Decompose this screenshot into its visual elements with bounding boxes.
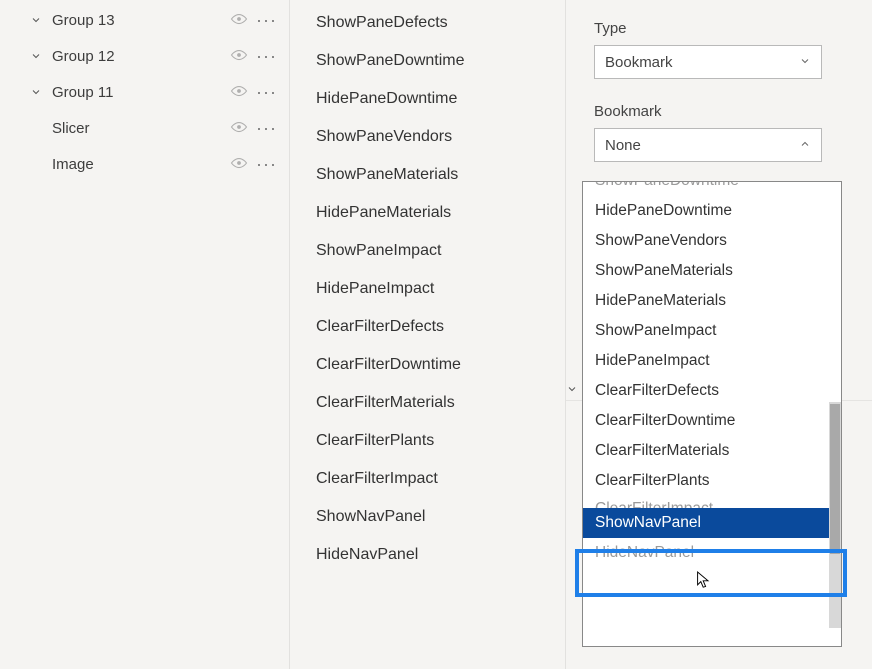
bookmarks-pane: ShowPaneDefects ShowPaneDowntime HidePan… xyxy=(290,0,566,669)
bookmark-item[interactable]: ShowPaneDefects xyxy=(290,4,565,42)
dropdown-item[interactable]: HidePaneImpact xyxy=(583,346,841,376)
tree-item-image[interactable]: Image ··· xyxy=(0,146,289,182)
dropdown-item[interactable]: ShowPaneVendors xyxy=(583,226,841,256)
bookmark-item[interactable]: HidePaneDowntime xyxy=(290,80,565,118)
dropdown-item[interactable]: ClearFilterDefects xyxy=(583,376,841,406)
bookmark-item[interactable]: ShowPaneMaterials xyxy=(290,156,565,194)
bookmark-item[interactable]: ShowNavPanel xyxy=(290,498,565,536)
chevron-down-icon xyxy=(799,54,811,71)
tree-item-group-11[interactable]: Group 11 ··· xyxy=(0,74,289,110)
scrollbar[interactable] xyxy=(829,402,841,628)
dropdown-item[interactable]: ShowPaneImpact xyxy=(583,316,841,346)
chevron-down-icon[interactable] xyxy=(566,382,578,398)
bookmark-label: Bookmark xyxy=(594,103,852,120)
bookmark-item[interactable]: ShowPaneImpact xyxy=(290,232,565,270)
tree-item-slicer[interactable]: Slicer ··· xyxy=(0,110,289,146)
dropdown-item[interactable]: HideNavPanel xyxy=(583,538,841,568)
dropdown-item[interactable]: ShowPaneMaterials xyxy=(583,256,841,286)
bookmark-item[interactable]: ClearFilterPlants xyxy=(290,422,565,460)
tree-item-label: Group 11 xyxy=(52,84,230,101)
bookmark-item[interactable]: ShowPaneVendors xyxy=(290,118,565,156)
chevron-down-icon xyxy=(28,84,44,100)
tree-item-label: Group 12 xyxy=(52,48,230,65)
bookmark-item[interactable]: HidePaneMaterials xyxy=(290,194,565,232)
bookmark-item[interactable]: ClearFilterImpact xyxy=(290,460,565,498)
dropdown-item[interactable]: HidePaneMaterials xyxy=(583,286,841,316)
scrollbar-thumb[interactable] xyxy=(830,404,840,554)
bookmark-item[interactable]: ClearFilterDefects xyxy=(290,308,565,346)
dropdown-item[interactable]: ClearFilterMaterials xyxy=(583,436,841,466)
bookmark-item[interactable]: HideNavPanel xyxy=(290,536,565,574)
visibility-icon[interactable] xyxy=(230,12,248,28)
dropdown-item-selected[interactable]: ShowNavPanel xyxy=(583,508,841,538)
tree-item-group-13[interactable]: Group 13 ··· xyxy=(0,2,289,38)
type-value: Bookmark xyxy=(605,54,673,71)
more-options-icon[interactable]: ··· xyxy=(256,46,277,67)
chevron-down-icon xyxy=(28,12,44,28)
bookmark-item[interactable]: ClearFilterMaterials xyxy=(290,384,565,422)
visibility-icon[interactable] xyxy=(230,120,248,136)
dropdown-item[interactable]: ClearFilterPlants xyxy=(583,466,841,496)
more-options-icon[interactable]: ··· xyxy=(256,154,277,175)
more-options-icon[interactable]: ··· xyxy=(256,118,277,139)
dropdown-item[interactable]: ClearFilterDowntime xyxy=(583,406,841,436)
tree-item-label: Slicer xyxy=(52,120,230,137)
chevron-up-icon xyxy=(799,137,811,154)
bookmark-item[interactable]: ClearFilterDowntime xyxy=(290,346,565,384)
bookmark-dropdown[interactable]: ShowPaneDowntime HidePaneDowntime ShowPa… xyxy=(582,181,842,647)
dropdown-item[interactable]: ShowPaneDowntime xyxy=(583,181,841,196)
bookmark-item[interactable]: HidePaneImpact xyxy=(290,270,565,308)
chevron-down-icon xyxy=(28,48,44,64)
more-options-icon[interactable]: ··· xyxy=(256,82,277,103)
visibility-icon[interactable] xyxy=(230,84,248,100)
dropdown-item[interactable]: ClearFilterImpact xyxy=(583,496,841,508)
bookmark-value: None xyxy=(605,137,641,154)
type-select[interactable]: Bookmark xyxy=(594,45,822,79)
selection-pane: Group 13 ··· Group 12 ··· Group 11 xyxy=(0,0,290,669)
dropdown-item[interactable]: HidePaneDowntime xyxy=(583,196,841,226)
bookmark-select[interactable]: None xyxy=(594,128,822,162)
more-options-icon[interactable]: ··· xyxy=(256,10,277,31)
tree-item-group-12[interactable]: Group 12 ··· xyxy=(0,38,289,74)
action-panel: Type Bookmark Bookmark None ShowPaneDown… xyxy=(566,0,872,669)
tree-item-label: Group 13 xyxy=(52,12,230,29)
tree-item-label: Image xyxy=(52,156,230,173)
type-label: Type xyxy=(594,20,852,37)
visibility-icon[interactable] xyxy=(230,156,248,172)
visibility-icon[interactable] xyxy=(230,48,248,64)
bookmark-item[interactable]: ShowPaneDowntime xyxy=(290,42,565,80)
